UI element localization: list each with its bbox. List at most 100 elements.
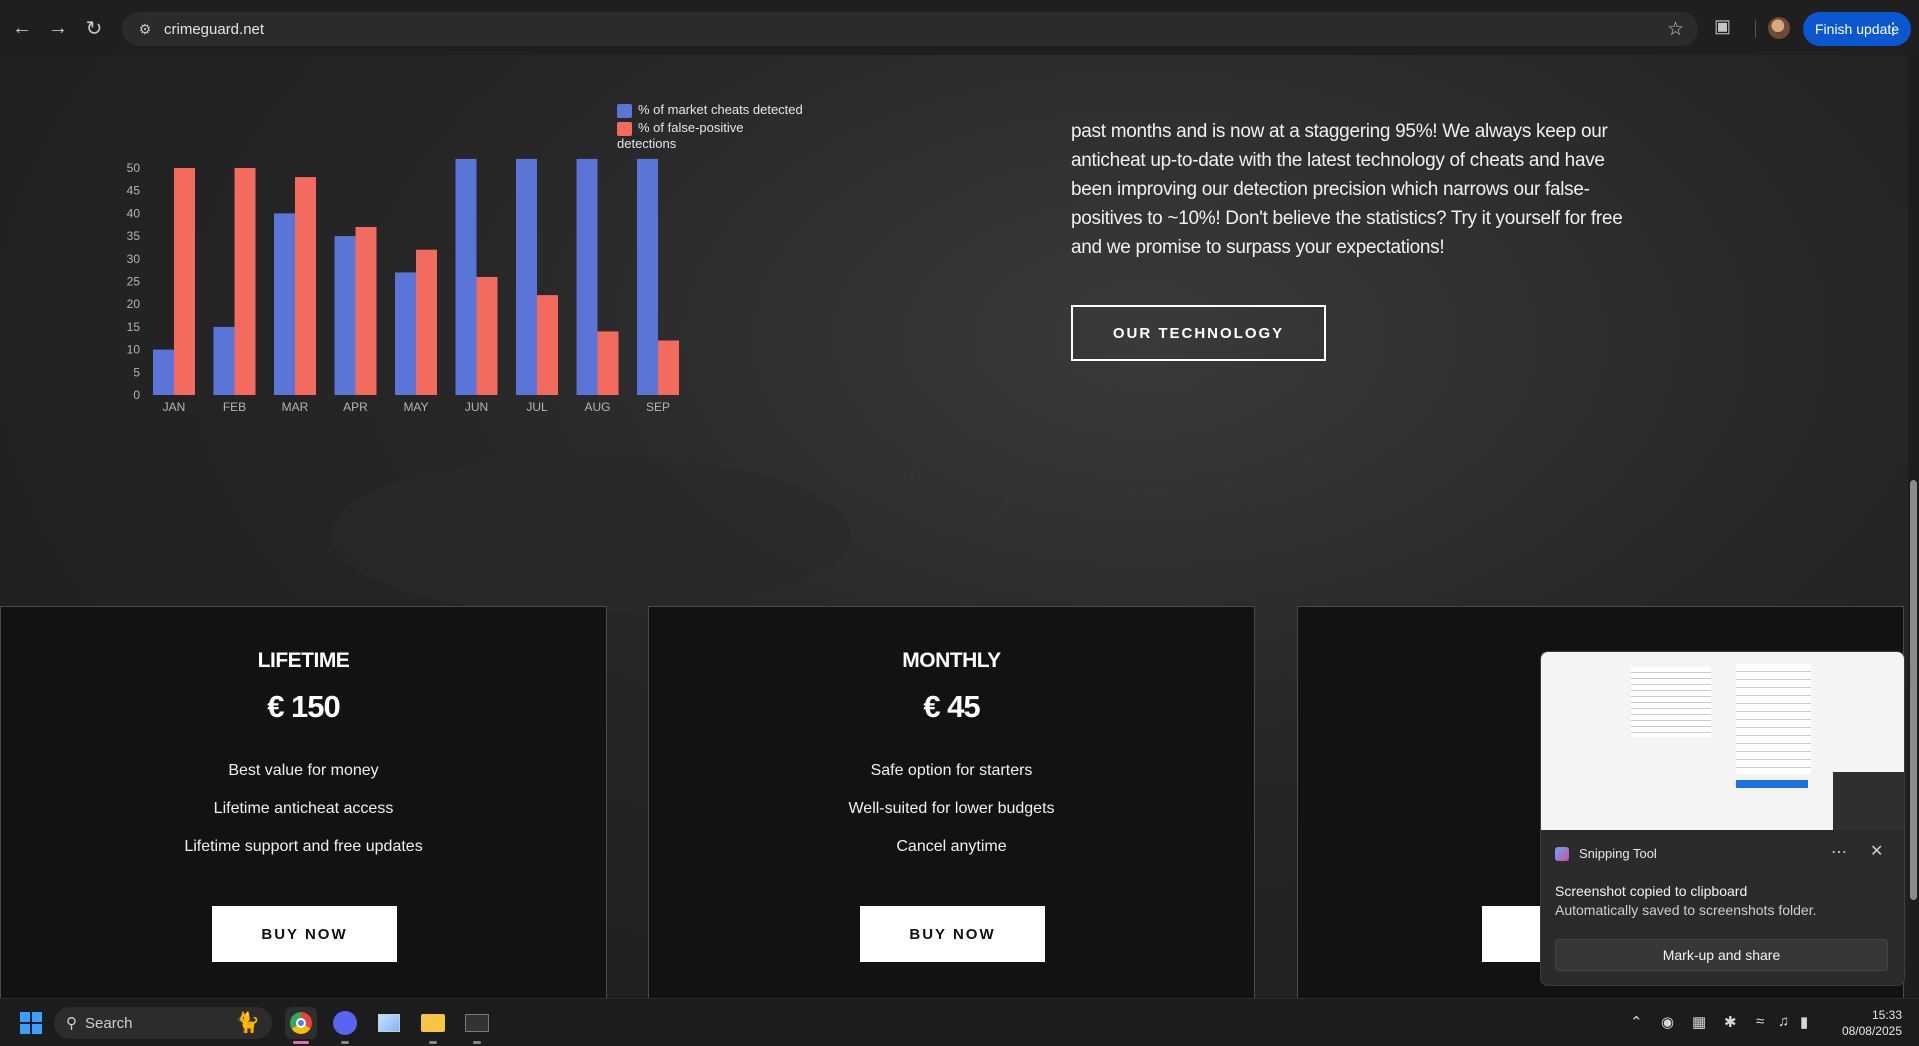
x-tick-label: JUL bbox=[526, 400, 548, 414]
screenshot-preview[interactable] bbox=[1541, 652, 1904, 830]
battery-icon[interactable]: ▮ bbox=[1800, 1013, 1808, 1031]
bookmark-star-icon[interactable]: ☆ bbox=[1667, 18, 1684, 41]
x-tick-label: MAR bbox=[282, 400, 309, 414]
chart-bar bbox=[537, 295, 558, 395]
detection-chart: 0 5 10 15 20 25 30 35 40 45 50 JAN FEB MAR APR MAY JUN JU… bbox=[127, 102, 803, 414]
chevron-up-icon[interactable]: ⌃ bbox=[1630, 1013, 1643, 1031]
y-tick-label: 50 bbox=[127, 161, 141, 175]
legend-label: % of false-positive detections bbox=[617, 120, 744, 151]
plan-feature: Well-suited for lower budgets bbox=[848, 800, 1055, 817]
chart-bar bbox=[597, 331, 619, 395]
search-placeholder: Search bbox=[85, 1014, 133, 1032]
x-tick-label: FEB bbox=[223, 400, 246, 414]
profile-avatar[interactable] bbox=[1768, 17, 1790, 39]
address-bar[interactable]: ⚙ crimeguard.net ☆ bbox=[122, 12, 1698, 46]
menu-dots-icon[interactable]: ⋮ bbox=[1885, 19, 1901, 39]
windows-taskbar: ⚲ Search 🐈 ⌃ ◉ ▦ ✱ ≈ ♫ ▮ 15:33 08/08/202… bbox=[0, 998, 1919, 1046]
chart-bar bbox=[637, 158, 658, 395]
plan-price: € 45 bbox=[923, 689, 980, 724]
legend-swatch bbox=[617, 122, 632, 136]
plan-feature: Lifetime anticheat access bbox=[213, 800, 394, 817]
plan-feature: Best value for money bbox=[228, 762, 379, 779]
search-icon: ⚲ bbox=[66, 1015, 77, 1032]
back-icon[interactable]: ← bbox=[4, 10, 40, 46]
pricing-card-lifetime: LIFETIME € 150 Best value for money Life… bbox=[0, 606, 607, 998]
x-tick-label: SEP bbox=[646, 400, 670, 414]
y-tick-label: 20 bbox=[127, 297, 141, 311]
y-tick-label: 45 bbox=[127, 184, 141, 198]
close-icon[interactable]: ✕ bbox=[1870, 841, 1883, 861]
notification-app: Snipping Tool bbox=[1555, 846, 1657, 861]
discord-taskbar-icon[interactable] bbox=[329, 1007, 361, 1039]
x-tick-label: APR bbox=[343, 400, 368, 414]
taskbar-clock[interactable]: 15:33 08/08/2025 bbox=[1838, 1007, 1902, 1039]
forward-icon[interactable]: → bbox=[40, 10, 76, 46]
y-tick-label: 0 bbox=[133, 388, 140, 402]
x-tick-label: JUN bbox=[465, 400, 488, 414]
chart-bar bbox=[295, 177, 316, 395]
photos-taskbar-icon[interactable] bbox=[373, 1007, 405, 1039]
pricing-card-monthly: MONTHLY € 45 Safe option for starters We… bbox=[648, 606, 1255, 998]
reload-icon[interactable]: ↻ bbox=[76, 10, 112, 46]
chart-bar bbox=[395, 272, 416, 395]
chart-bar bbox=[174, 168, 195, 395]
chart-bar bbox=[355, 227, 377, 395]
buy-now-button[interactable]: BUY NOW bbox=[860, 906, 1045, 962]
markup-and-share-button[interactable]: Mark-up and share bbox=[1555, 939, 1888, 971]
scrollbar-thumb[interactable] bbox=[1910, 480, 1917, 900]
finish-update-button[interactable]: Finish update ⋮ bbox=[1803, 12, 1911, 46]
plan-price: € 150 bbox=[267, 689, 341, 724]
y-tick-label: 30 bbox=[127, 252, 141, 266]
background-car-shape bbox=[330, 455, 850, 615]
url-text[interactable]: crimeguard.net bbox=[164, 21, 264, 38]
chart-bar bbox=[658, 340, 679, 395]
terminal-taskbar-icon[interactable] bbox=[461, 1007, 493, 1039]
device-tray-icon[interactable]: ▦ bbox=[1692, 1013, 1706, 1031]
app-indicator bbox=[473, 1041, 481, 1044]
plan-feature: Lifetime support and free updates bbox=[184, 838, 423, 855]
toolbar-divider bbox=[1755, 20, 1756, 38]
app-indicator bbox=[429, 1041, 437, 1044]
y-tick-label: 10 bbox=[127, 343, 141, 357]
chart-bar bbox=[476, 276, 498, 395]
page-scrollbar[interactable] bbox=[1908, 55, 1919, 998]
wifi-icon[interactable]: ≈ bbox=[1756, 1013, 1764, 1030]
chart-bar bbox=[416, 249, 437, 395]
chart-bar bbox=[234, 168, 256, 395]
extensions-icon[interactable]: ▣ bbox=[1714, 16, 1731, 37]
plan-feature: Safe option for starters bbox=[870, 762, 1033, 779]
bluetooth-icon[interactable]: ✱ bbox=[1724, 1013, 1737, 1031]
active-app-indicator bbox=[293, 1041, 309, 1044]
app-name: Snipping Tool bbox=[1579, 846, 1657, 861]
more-options-icon[interactable]: ⋯ bbox=[1831, 842, 1847, 862]
preview-content bbox=[1736, 664, 1811, 774]
y-tick-label: 40 bbox=[127, 206, 141, 220]
search-highlight-icon: 🐈 bbox=[235, 1012, 260, 1034]
background-wheel-shape bbox=[910, 435, 1010, 535]
chart-bar bbox=[516, 158, 537, 395]
chrome-tray-icon[interactable]: ◉ bbox=[1661, 1013, 1674, 1031]
file-explorer-taskbar-icon[interactable] bbox=[417, 1007, 449, 1039]
buy-now-button[interactable]: BUY NOW bbox=[212, 906, 397, 962]
y-tick-label: 35 bbox=[127, 229, 141, 243]
snipping-tool-icon bbox=[1555, 846, 1569, 861]
app-indicator bbox=[341, 1041, 349, 1044]
volume-icon[interactable]: ♫ bbox=[1778, 1013, 1789, 1030]
site-info-icon[interactable]: ⚙ bbox=[130, 21, 160, 38]
snipping-tool-notification[interactable]: Snipping Tool ⋯ ✕ Screenshot copied to c… bbox=[1540, 651, 1905, 986]
chart-bar bbox=[153, 349, 174, 395]
preview-content bbox=[1736, 780, 1808, 788]
plan-name: MONTHLY bbox=[902, 649, 1001, 672]
chart-bar bbox=[455, 158, 477, 395]
chart-bar bbox=[334, 236, 356, 395]
our-technology-button[interactable]: OUR TECHNOLOGY bbox=[1071, 305, 1326, 361]
y-tick-label: 25 bbox=[127, 275, 141, 289]
browser-toolbar: ← → ↻ ⚙ crimeguard.net ☆ ▣ Finish update… bbox=[0, 0, 1919, 55]
chrome-taskbar-icon[interactable] bbox=[285, 1007, 317, 1039]
plan-name: LIFETIME bbox=[257, 649, 350, 672]
chart-bar bbox=[576, 158, 598, 395]
taskbar-search[interactable]: ⚲ Search 🐈 bbox=[54, 1007, 272, 1039]
x-tick-label: AUG bbox=[584, 400, 610, 414]
clock-date: 08/08/2025 bbox=[1841, 1024, 1902, 1038]
start-icon[interactable] bbox=[20, 1012, 42, 1034]
